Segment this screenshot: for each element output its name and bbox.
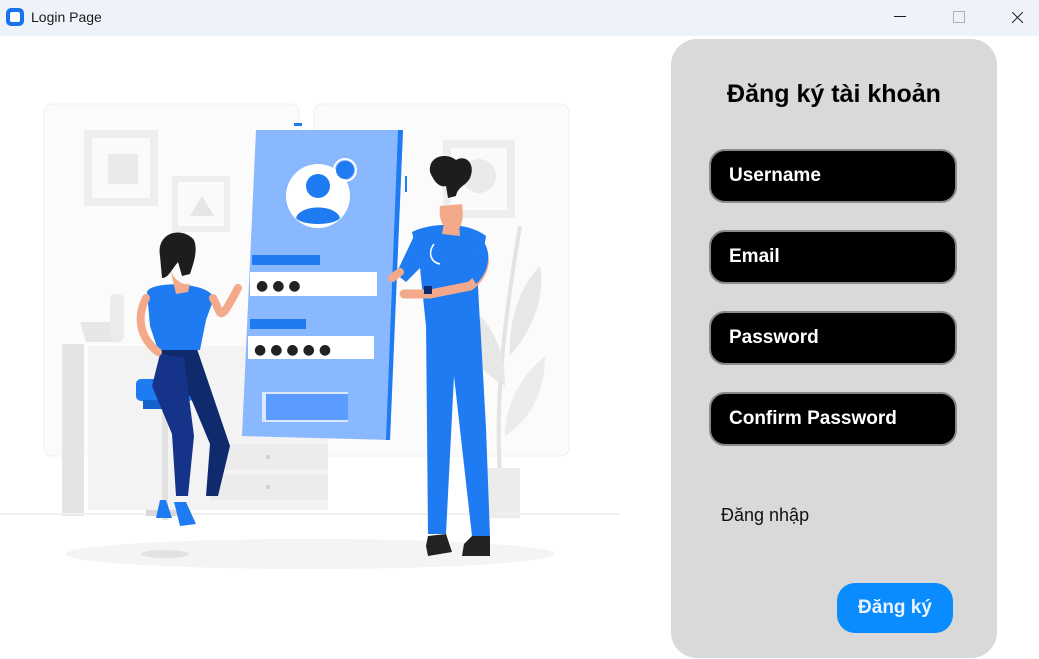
minimize-button[interactable] (870, 0, 928, 36)
minimize-icon (894, 16, 906, 17)
maximize-icon (953, 11, 965, 23)
password-mask-2: ●●●●● (254, 342, 335, 358)
username-field[interactable] (709, 149, 957, 203)
title-bar: Login Page (0, 0, 1039, 36)
window-title: Login Page (31, 9, 102, 25)
confirm-password-field[interactable] (709, 392, 957, 446)
phone-illustration: ●●● ●●●●● (242, 123, 407, 440)
password-mask-1: ●●● (256, 278, 305, 294)
username-input[interactable] (711, 151, 955, 201)
register-panel: Đăng ký tài khoản Đăng nhập Đăng ký (671, 39, 997, 658)
form-title: Đăng ký tài khoản (727, 80, 941, 108)
maximize-button[interactable] (929, 0, 987, 36)
password-input[interactable] (711, 313, 955, 363)
confirm-password-input[interactable] (711, 394, 955, 444)
register-button[interactable]: Đăng ký (837, 583, 953, 633)
close-button[interactable] (988, 0, 1039, 36)
password-field[interactable] (709, 311, 957, 365)
email-field[interactable] (709, 230, 957, 284)
app-icon (6, 8, 24, 26)
login-illustration: ●●● ●●●●● (0, 103, 620, 569)
email-input[interactable] (711, 232, 955, 282)
login-link[interactable]: Đăng nhập (721, 505, 809, 526)
